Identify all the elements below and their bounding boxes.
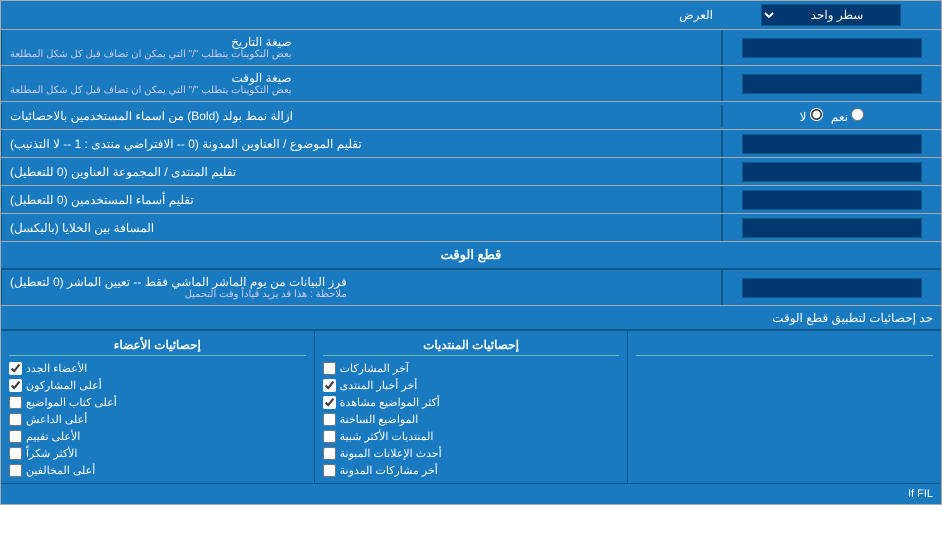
cutoff-label: فرز البيانات من يوم الماشر الماشي فقط --…: [1, 270, 721, 305]
usernames-label: تقليم أسماء المستخدمين (0 للتعطيل): [1, 186, 721, 213]
checkbox-item: أعلى الداعش: [9, 411, 306, 428]
checkbox-col2-2[interactable]: [323, 396, 336, 409]
cell-spacing-row: 2 المسافة بين الخلايا (بالبكسل): [1, 214, 941, 242]
forum-group-input[interactable]: 33: [742, 162, 922, 182]
usernames-input[interactable]: 0: [742, 190, 922, 210]
checkbox-col2-4[interactable]: [323, 430, 336, 443]
bold-yes-label: نعم: [831, 108, 864, 124]
checkbox-col-empty: [627, 331, 941, 483]
time-format-input[interactable]: H:i: [742, 74, 922, 94]
checkbox-item: المنتديات الأكثر شبية: [323, 428, 620, 445]
col-members-header: إحصائيات الأعضاء: [9, 335, 306, 356]
display-select[interactable]: سطر واحد سطران ثلاثة أسطر: [761, 4, 901, 26]
checkbox-item: أحدث الإعلانات المبونة: [323, 445, 620, 462]
checkbox-col1-1[interactable]: [9, 379, 22, 392]
cutoff-input[interactable]: 0: [742, 278, 922, 298]
date-format-input[interactable]: d-m: [742, 38, 922, 58]
date-format-label: صيغة التاريخ بعض التكوينات يتطلب "/" الت…: [1, 30, 721, 65]
usernames-row: 0 تقليم أسماء المستخدمين (0 للتعطيل): [1, 186, 941, 214]
checkbox-col1-2[interactable]: [9, 396, 22, 409]
checkbox-col2-5[interactable]: [323, 447, 336, 460]
date-format-row: d-m صيغة التاريخ بعض التكوينات يتطلب "/"…: [1, 30, 941, 66]
checkbox-col1-6[interactable]: [9, 464, 22, 477]
checkbox-col1-0[interactable]: [9, 362, 22, 375]
bottom-note: If FIL: [1, 483, 941, 504]
cell-spacing-input-container: 2: [721, 214, 941, 241]
cell-spacing-input[interactable]: 2: [742, 218, 922, 238]
checkbox-col2-1[interactable]: [323, 379, 336, 392]
checkbox-item: أخر أخبار المنتدى: [323, 377, 620, 394]
forum-group-label: تقليم المنتدى / المجموعة العناوين (0 للت…: [1, 158, 721, 185]
cutoff-row: 0 فرز البيانات من يوم الماشر الماشي فقط …: [1, 270, 941, 306]
cell-spacing-label: المسافة بين الخلايا (بالبكسل): [1, 214, 721, 241]
time-format-input-container: H:i: [721, 66, 941, 101]
bold-no-label: لا: [800, 108, 823, 124]
checkbox-col1-5[interactable]: [9, 447, 22, 460]
forum-topic-row: 33 تقليم الموضوع / العناوين المدونة (0 -…: [1, 130, 941, 158]
checkbox-col1-3[interactable]: [9, 413, 22, 426]
checkbox-item: أعلى المشاركون: [9, 377, 306, 394]
forum-topic-input-container: 33: [721, 130, 941, 157]
col-forums-header: إحصائيات المنتديات: [323, 335, 620, 356]
display-select-container: سطر واحد سطران ثلاثة أسطر: [721, 1, 941, 29]
bold-label: ازالة نمط بولد (Bold) من اسماء المستخدمي…: [1, 104, 721, 128]
forum-group-row: 33 تقليم المنتدى / المجموعة العناوين (0 …: [1, 158, 941, 186]
cutoff-section-header: قطع الوقت: [1, 242, 941, 270]
display-label: العرض: [1, 3, 721, 27]
checkbox-col2-6[interactable]: [323, 464, 336, 477]
time-format-row: H:i صيغة الوقت بعض التكوينات يتطلب "/" ا…: [1, 66, 941, 102]
checkboxes-grid: إحصائيات المنتديات آخر المشاركات أخر أخب…: [1, 330, 941, 483]
checkbox-item: المواضيع الساخنة: [323, 411, 620, 428]
forum-group-input-container: 33: [721, 158, 941, 185]
checkbox-item: أكثر المواضيع مشاهدة: [323, 394, 620, 411]
stats-limit-label: حد إحصائيات لتطبيق قطع الوقت: [1, 307, 941, 329]
bold-yes-radio[interactable]: [851, 108, 864, 121]
checkbox-col-members: إحصائيات الأعضاء الأعضاء الجدد أعلى المش…: [1, 331, 314, 483]
checkbox-item: الأعلى تقييم: [9, 428, 306, 445]
display-row: سطر واحد سطران ثلاثة أسطر العرض: [1, 1, 941, 30]
cutoff-input-container: 0: [721, 270, 941, 305]
forum-topic-input[interactable]: 33: [742, 134, 922, 154]
col-empty-header: [636, 335, 933, 356]
checkbox-item: أعلى كتاب المواضيع: [9, 394, 306, 411]
forum-topic-label: تقليم الموضوع / العناوين المدونة (0 -- ا…: [1, 130, 721, 157]
stats-limit-row: حد إحصائيات لتطبيق قطع الوقت: [1, 306, 941, 330]
bold-radio-container: نعم لا: [721, 105, 941, 127]
checkbox-col2-0[interactable]: [323, 362, 336, 375]
checkbox-item: الأكثر شكراً: [9, 445, 306, 462]
checkbox-col-forums: إحصائيات المنتديات آخر المشاركات أخر أخب…: [314, 331, 628, 483]
date-format-input-container: d-m: [721, 30, 941, 65]
time-format-label: صيغة الوقت بعض التكوينات يتطلب "/" التي …: [1, 66, 721, 101]
checkbox-col1-4[interactable]: [9, 430, 22, 443]
bold-row: نعم لا ازالة نمط بولد (Bold) من اسماء ال…: [1, 102, 941, 130]
checkbox-col2-3[interactable]: [323, 413, 336, 426]
bold-no-radio[interactable]: [810, 108, 823, 121]
checkbox-item: أعلى المخالفين: [9, 462, 306, 479]
usernames-input-container: 0: [721, 186, 941, 213]
checkbox-item: الأعضاء الجدد: [9, 360, 306, 377]
checkbox-item: أخر مشاركات المدونة: [323, 462, 620, 479]
checkbox-item: آخر المشاركات: [323, 360, 620, 377]
